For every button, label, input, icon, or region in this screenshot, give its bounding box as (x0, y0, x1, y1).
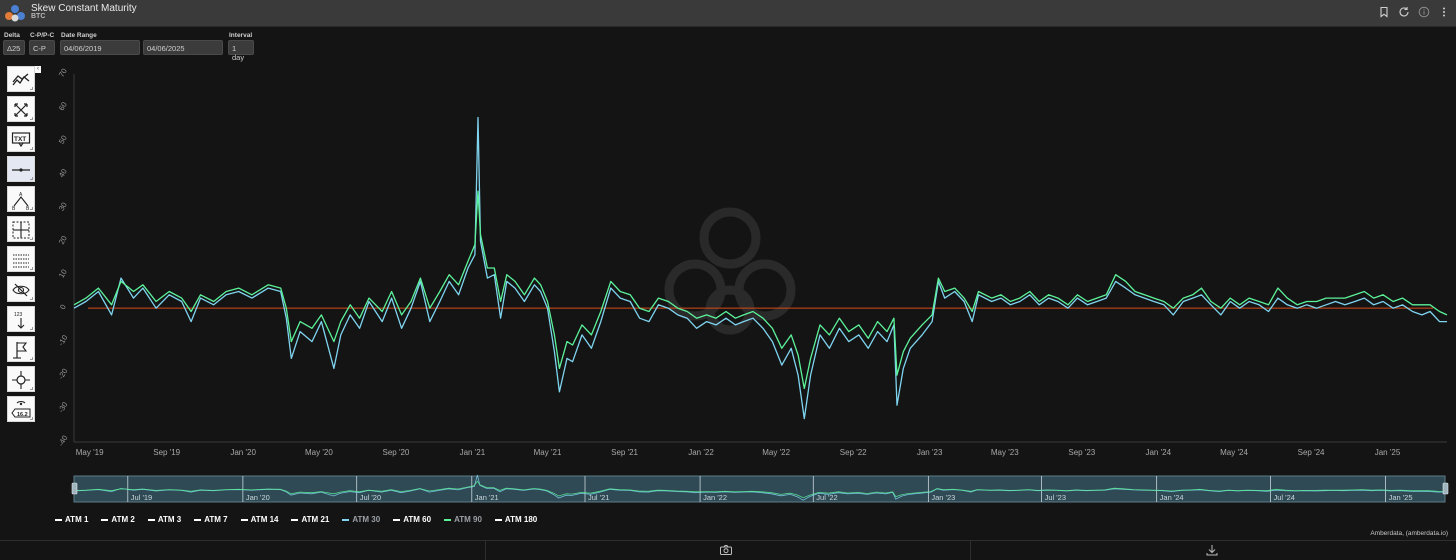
legend-item[interactable]: ATM 30 (342, 515, 380, 524)
legend-swatch (291, 518, 299, 521)
navigator-handle[interactable] (71, 482, 78, 495)
camera-icon[interactable] (719, 544, 733, 556)
legend-label: ATM 21 (301, 515, 330, 524)
navigator-tick-label: Jan '20 (246, 493, 270, 502)
legend-item[interactable]: ATM 21 (291, 515, 329, 524)
navigator-tick-label: Jan '24 (1160, 493, 1184, 502)
legend-swatch (494, 518, 502, 521)
footer-bar (0, 540, 1456, 560)
navigator-tick-label: Jan '25 (1389, 493, 1413, 502)
navigator-tick-label: Jul '24 (1273, 493, 1294, 502)
legend-item[interactable]: ATM 2 (101, 515, 135, 524)
legend-label: ATM 3 (157, 515, 182, 524)
download-icon[interactable] (1205, 544, 1219, 556)
legend-item[interactable]: ATM 90 (444, 515, 482, 524)
footer-divider (485, 541, 486, 560)
legend-swatch (147, 518, 155, 521)
legend-swatch (101, 518, 109, 521)
legend-item[interactable]: ATM 14 (240, 515, 279, 524)
legend-item[interactable]: ATM 3 (147, 515, 182, 524)
legend-label: ATM 1 (65, 515, 89, 524)
legend-label: ATM 60 (403, 515, 432, 524)
navigator-layer: Jul '19 Jan '20 Jul '20 Jan '21 Jul '21 Jan '… (71, 474, 1449, 503)
series-legend: ATM 1 ATM 2 ATM 3 ATM 7 ATM 14 ATM 21 ATM 30 AT… (55, 515, 537, 524)
app-root: Skew Constant Maturity BTC Delta Δ25 C-P… (0, 0, 1456, 560)
legend-label: ATM 90 (454, 515, 482, 524)
legend-item[interactable]: ATM 1 (55, 515, 88, 524)
navigator-handle[interactable] (1442, 482, 1449, 495)
legend-item[interactable]: ATM 60 (393, 515, 431, 524)
legend-label: ATM 2 (111, 515, 135, 524)
legend-label: ATM 30 (352, 515, 381, 524)
legend-swatch (342, 518, 350, 521)
footer-divider (970, 541, 971, 560)
legend-swatch (240, 518, 248, 521)
legend-label: ATM 14 (250, 515, 279, 524)
navigator-tick-label: Jul '19 (131, 493, 152, 502)
navigator-tick-label: Jul '23 (1045, 493, 1066, 502)
legend-item[interactable]: ATM 7 (194, 515, 228, 524)
legend-swatch (444, 518, 452, 521)
legend-swatch (55, 518, 62, 521)
navigator-tick-label: Jan '23 (931, 493, 955, 502)
credit-text: Amberdata, (amberdata.io) (1370, 530, 1448, 537)
legend-swatch (393, 518, 401, 521)
navigator-tick-label: Jan '22 (703, 493, 727, 502)
range-navigator[interactable]: Jul '19 Jan '20 Jul '20 Jan '21 Jul '21 Jan '… (0, 0, 1456, 560)
legend-swatch (194, 518, 202, 521)
legend-label: ATM 7 (204, 515, 228, 524)
legend-item[interactable]: ATM 180 (494, 515, 538, 524)
legend-label: ATM 180 (504, 515, 538, 524)
navigator-tick-label: Jul '20 (360, 493, 381, 502)
navigator-tick-label: Jan '21 (475, 493, 499, 502)
